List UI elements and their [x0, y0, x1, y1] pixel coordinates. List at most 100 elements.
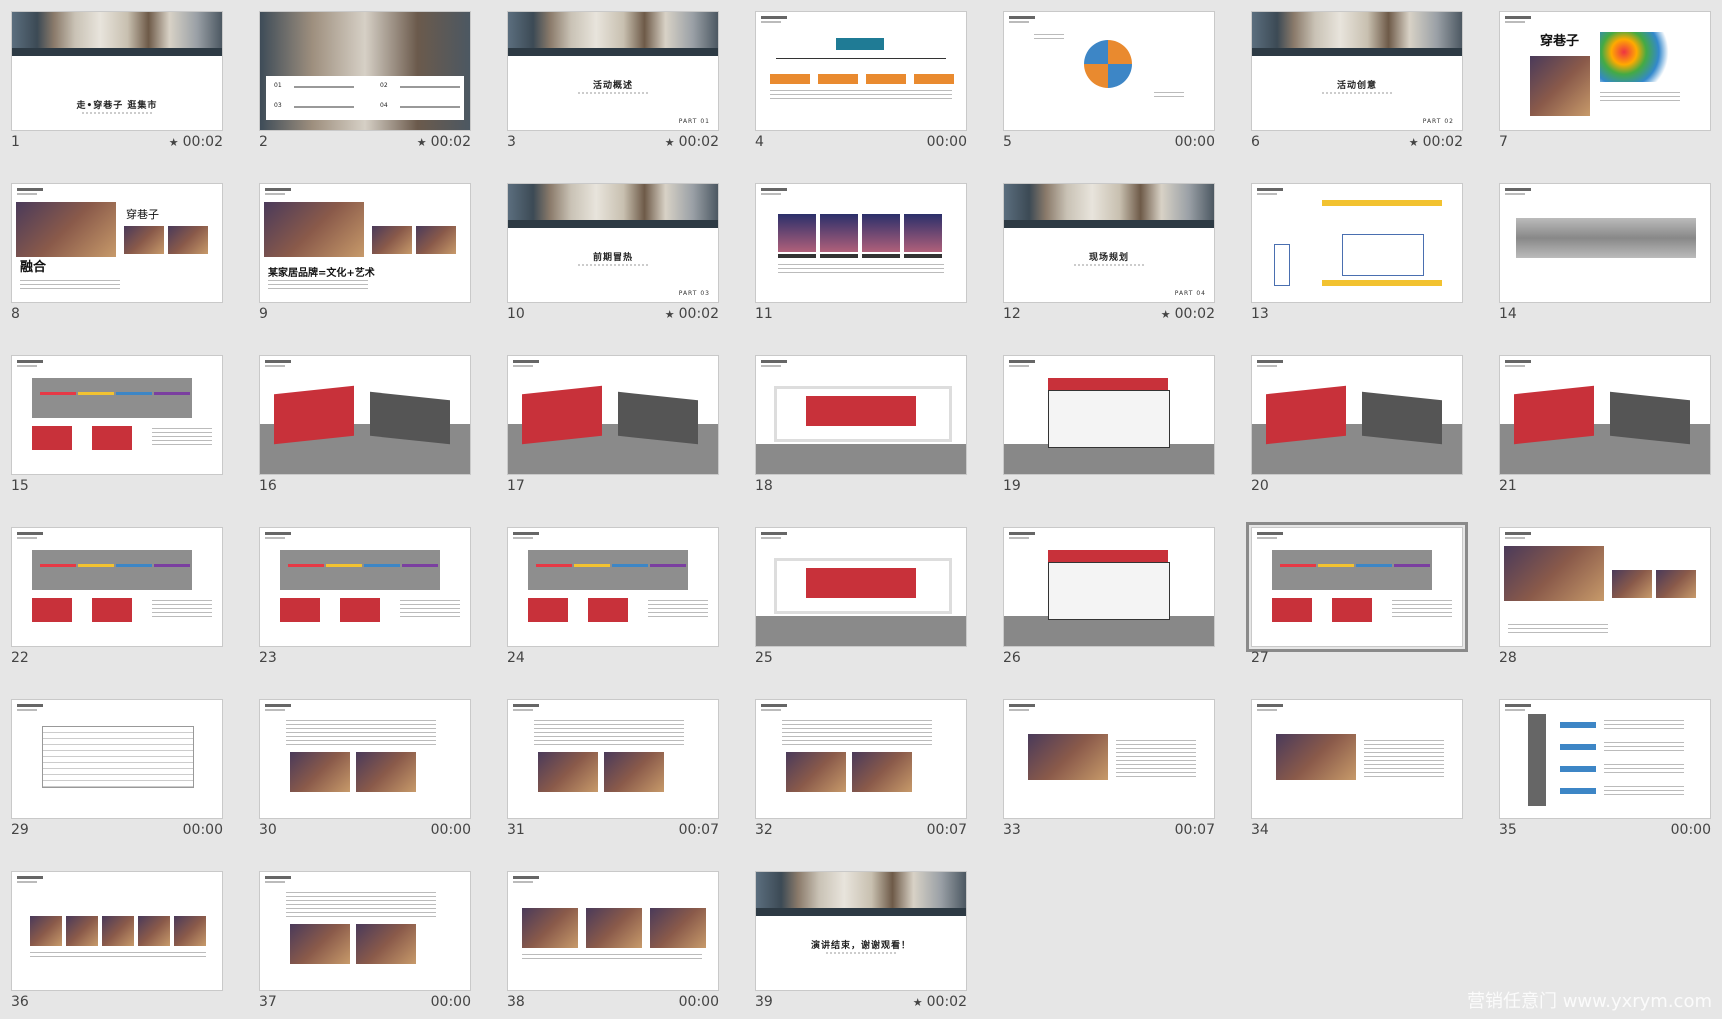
part-label: PART 04: [1174, 290, 1206, 297]
slide-thumbnail-33[interactable]: [1003, 699, 1215, 819]
photo: [1530, 56, 1590, 116]
legend-text: [400, 600, 460, 620]
booth-render: [528, 598, 568, 622]
slide-thumbnail-34[interactable]: [1251, 699, 1463, 819]
slide-header-mark: [265, 704, 291, 707]
slide-thumbnail-17[interactable]: [507, 355, 719, 475]
slide-thumbnail-24[interactable]: [507, 527, 719, 647]
slide-thumbnail-5[interactable]: [1003, 11, 1215, 131]
slide-thumbnail-9[interactable]: 某家居品牌=文化+艺术: [259, 183, 471, 303]
photo: [174, 916, 206, 946]
slide-thumbnail-36[interactable]: [11, 871, 223, 991]
body-text: [20, 280, 120, 292]
booth-render: [1332, 598, 1372, 622]
slide-header-sub: [265, 709, 285, 711]
slide-number: 6: [1251, 134, 1260, 150]
slide-thumbnail-7[interactable]: 穿巷子: [1499, 11, 1711, 131]
slide-thumbnail-27[interactable]: [1246, 522, 1468, 652]
slide-subtitle: 穿巷子: [126, 208, 159, 221]
cycle-circle: [1084, 40, 1132, 88]
slide-number: 2: [259, 134, 268, 150]
slide-thumbnail-29[interactable]: [11, 699, 223, 819]
photo: [1276, 734, 1356, 780]
photo: [1656, 570, 1696, 598]
slide-thumbnail-21[interactable]: [1499, 355, 1711, 475]
slide-thumbnail-16[interactable]: [259, 355, 471, 475]
slide-thumbnail-25[interactable]: [755, 527, 967, 647]
render-wall: [522, 385, 602, 445]
photo: [356, 924, 416, 964]
slide-thumbnail-30[interactable]: [259, 699, 471, 819]
photo: [538, 752, 598, 792]
body-text: [778, 264, 944, 274]
slide-thumbnail-39[interactable]: 演讲结束，谢谢观看！: [755, 871, 967, 991]
slide-thumbnail-28[interactable]: [1499, 527, 1711, 647]
slide-thumbnail-18[interactable]: [755, 355, 967, 475]
slide-header-sub: [1505, 193, 1525, 195]
slide-timing: 00:00: [1105, 134, 1215, 150]
slide-number: 18: [755, 478, 773, 494]
slide-thumbnail-37[interactable]: [259, 871, 471, 991]
timing-value: 00:00: [926, 134, 967, 150]
photo: [862, 214, 900, 252]
slide-number: 17: [507, 478, 525, 494]
slide-header-mark: [17, 876, 43, 879]
stage-backdrop: [806, 568, 916, 598]
photo: [1612, 570, 1652, 598]
slide-thumbnail-8[interactable]: 融合 穿巷子: [11, 183, 223, 303]
zone-strip: [116, 392, 152, 395]
slide-header-mark: [265, 360, 291, 363]
slide-header-sub: [17, 881, 37, 883]
photo-caption: [862, 254, 900, 258]
booth-floor: [1004, 444, 1214, 474]
slide-header-sub: [1505, 21, 1525, 23]
slide-thumbnail-26[interactable]: [1003, 527, 1215, 647]
slide-number: 34: [1251, 822, 1269, 838]
slide-thumbnail-1[interactable]: 走•穿巷子 逛集市: [11, 11, 223, 131]
slide-thumbnail-15[interactable]: [11, 355, 223, 475]
slide-header-sub: [1505, 709, 1525, 711]
slide-thumbnail-11[interactable]: [755, 183, 967, 303]
slide-header-sub: [17, 709, 37, 711]
photo: [356, 752, 416, 792]
slide-title: 融合: [20, 260, 47, 275]
slide-thumbnail-20[interactable]: [1251, 355, 1463, 475]
slide-thumbnail-23[interactable]: [259, 527, 471, 647]
timing-value: 00:00: [182, 822, 223, 838]
photo: [778, 214, 816, 252]
slide-number: 20: [1251, 478, 1269, 494]
slide-thumbnail-4[interactable]: [755, 11, 967, 131]
floor-plan: [528, 550, 688, 590]
slide-thumbnail-10[interactable]: 前期冒热 PART 03: [507, 183, 719, 303]
slide-header-mark: [761, 16, 787, 19]
slide-thumbnail-38[interactable]: [507, 871, 719, 991]
zone-strip: [536, 564, 572, 567]
booth-render: [32, 598, 72, 622]
photo: [786, 752, 846, 792]
slide-thumbnail-35[interactable]: [1499, 699, 1711, 819]
legend-text: [152, 600, 212, 620]
banner-photo: [508, 184, 718, 228]
slide-thumbnail-14[interactable]: [1499, 183, 1711, 303]
slide-thumbnail-13[interactable]: [1251, 183, 1463, 303]
slide-header-sub: [1009, 365, 1029, 367]
zone-strip: [116, 564, 152, 567]
booth-render: [92, 426, 132, 450]
slide-thumbnail-31[interactable]: [507, 699, 719, 819]
slide-header-sub: [1257, 193, 1277, 195]
slide-thumbnail-3[interactable]: 活动概述 PART 01: [507, 11, 719, 131]
slide-thumbnail-19[interactable]: [1003, 355, 1215, 475]
photo: [124, 226, 164, 254]
slide-thumbnail-22[interactable]: [11, 527, 223, 647]
slide-timing: ★ 00:02: [609, 306, 719, 322]
slide-number: 7: [1499, 134, 1508, 150]
slide-timing: 00:00: [361, 994, 471, 1010]
slide-thumbnail-6[interactable]: 活动创意 PART 02: [1251, 11, 1463, 131]
slide-thumbnail-32[interactable]: [755, 699, 967, 819]
slide-header-mark: [1009, 532, 1035, 535]
slide-thumbnail-2[interactable]: 01 02 03 04: [259, 11, 471, 131]
banner-photo: [756, 872, 966, 916]
plan-bottom: [1322, 280, 1442, 286]
booth-floor: [1004, 616, 1214, 646]
slide-thumbnail-12[interactable]: 现场规划 PART 04: [1003, 183, 1215, 303]
